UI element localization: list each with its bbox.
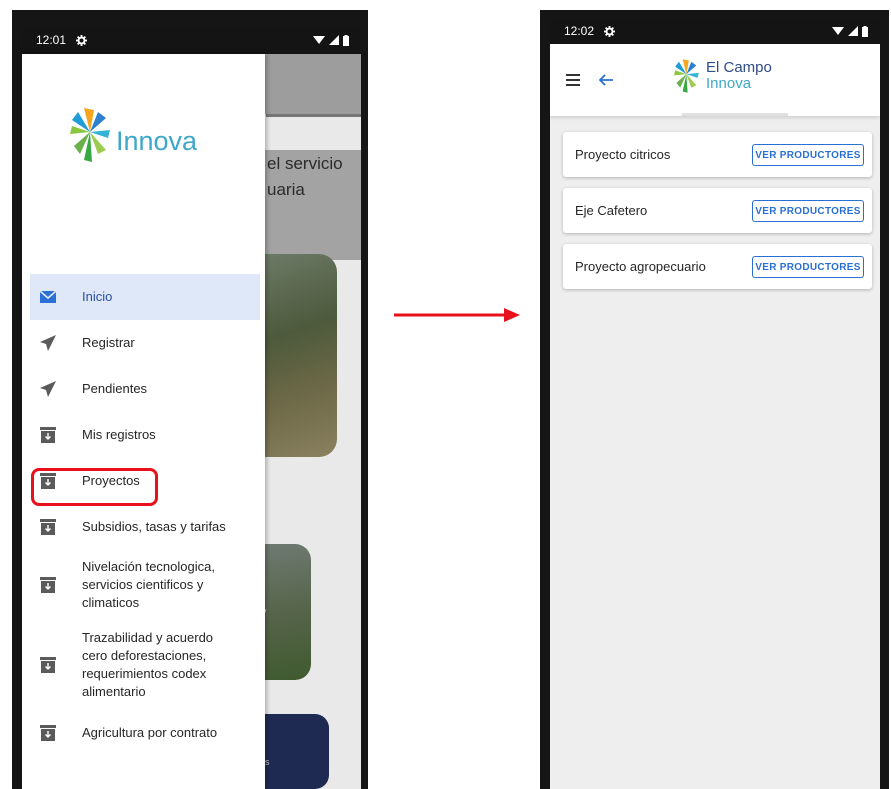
app-brand-text: El Campo Innova xyxy=(706,60,772,92)
hamburger-menu-icon[interactable] xyxy=(566,74,580,86)
menu-item-nivelacion[interactable]: Nivelación tecnologica, servicios cienti… xyxy=(30,550,260,620)
archive-icon xyxy=(40,725,56,741)
send-icon xyxy=(40,381,56,397)
mail-icon xyxy=(40,290,56,303)
menu-item-label: Nivelación tecnologica, servicios cienti… xyxy=(82,559,215,610)
drawer-menu: Inicio Registrar Pendientes Mis registro… xyxy=(30,274,260,756)
brand-line2: Innova xyxy=(706,75,752,92)
drawer-logo: Innova xyxy=(70,106,197,164)
menu-item-inicio[interactable]: Inicio xyxy=(30,274,260,320)
screenshot-canvas: 12:01 el servicio uaria ión tica os xyxy=(0,0,891,789)
menu-item-label: Agricultura por contrato xyxy=(82,725,218,740)
settings-gear-icon xyxy=(604,25,616,37)
app-bar: El Campo Innova xyxy=(550,44,880,116)
archive-icon xyxy=(40,519,56,535)
back-arrow-icon[interactable] xyxy=(598,72,614,88)
background-heading-line1: el servicio xyxy=(267,154,343,173)
pinwheel-logo-icon xyxy=(673,59,699,93)
project-card: Proyecto citricos VER PRODUCTORES xyxy=(563,132,872,177)
left-phone: 12:01 el servicio uaria ión tica os xyxy=(12,10,368,789)
project-name: Eje Cafetero xyxy=(575,203,648,218)
pinwheel-logo-icon xyxy=(70,108,110,162)
app-logo: El Campo Innova xyxy=(672,58,772,94)
background-tab-indicator xyxy=(266,114,361,117)
archive-icon xyxy=(40,577,56,593)
menu-item-trazabilidad[interactable]: Trazabilidad y acuerdo cero deforestacio… xyxy=(30,620,260,710)
battery-icon xyxy=(862,25,868,37)
battery-icon xyxy=(343,34,349,46)
status-bar: 12:01 xyxy=(22,26,361,54)
project-card: Eje Cafetero VER PRODUCTORES xyxy=(563,188,872,233)
proyectos-highlight-box xyxy=(31,468,158,506)
ver-productores-button[interactable]: VER PRODUCTORES xyxy=(752,144,864,166)
menu-item-label: Pendientes xyxy=(82,381,148,396)
archive-icon xyxy=(40,427,56,443)
menu-item-label: Subsidios, tasas y tarifas xyxy=(82,519,226,534)
menu-item-pendientes[interactable]: Pendientes xyxy=(30,366,260,412)
menu-item-label: Inicio xyxy=(82,289,113,304)
status-indicators xyxy=(313,34,349,46)
project-name: Proyecto agropecuario xyxy=(575,259,706,274)
tab-indicator xyxy=(682,113,788,116)
settings-gear-icon xyxy=(76,34,88,46)
menu-item-label: Trazabilidad y acuerdo cero deforestacio… xyxy=(82,630,214,699)
menu-item-subsidios[interactable]: Subsidios, tasas y tarifas xyxy=(30,504,260,550)
menu-item-label: Mis registros xyxy=(82,427,156,442)
signal-icon xyxy=(848,26,858,36)
projects-list: Proyecto citricos VER PRODUCTORES Eje Ca… xyxy=(563,132,872,300)
left-phone-screen: 12:01 el servicio uaria ión tica os xyxy=(22,26,361,789)
menu-item-label: Registrar xyxy=(82,335,135,350)
background-heading-line2: uaria xyxy=(267,180,305,199)
wifi-icon xyxy=(832,27,844,35)
archive-icon xyxy=(40,657,56,673)
status-bar: 12:02 xyxy=(550,18,880,44)
transition-arrow-icon xyxy=(394,308,520,322)
project-name: Proyecto citricos xyxy=(575,147,671,162)
brand-line1: El Campo xyxy=(706,59,772,76)
project-card: Proyecto agropecuario VER PRODUCTORES xyxy=(563,244,872,289)
ver-productores-button[interactable]: VER PRODUCTORES xyxy=(752,256,864,278)
status-time: 12:02 xyxy=(564,24,595,38)
ver-productores-button[interactable]: VER PRODUCTORES xyxy=(752,200,864,222)
menu-item-agricultura[interactable]: Agricultura por contrato xyxy=(30,710,260,756)
status-indicators xyxy=(832,25,868,37)
right-phone: 12:02 El Campo Innova Proyecto citricos … xyxy=(540,10,889,789)
drawer-brand-name: Innova xyxy=(116,125,198,156)
send-icon xyxy=(40,335,56,351)
status-time: 12:01 xyxy=(36,33,67,47)
signal-icon xyxy=(329,35,339,45)
navigation-drawer: Innova Inicio Registrar Pendientes Mis r… xyxy=(22,54,265,789)
menu-item-mis-registros[interactable]: Mis registros xyxy=(30,412,260,458)
wifi-icon xyxy=(313,36,325,44)
right-phone-screen: 12:02 El Campo Innova Proyecto citricos … xyxy=(550,18,880,789)
menu-item-registrar[interactable]: Registrar xyxy=(30,320,260,366)
